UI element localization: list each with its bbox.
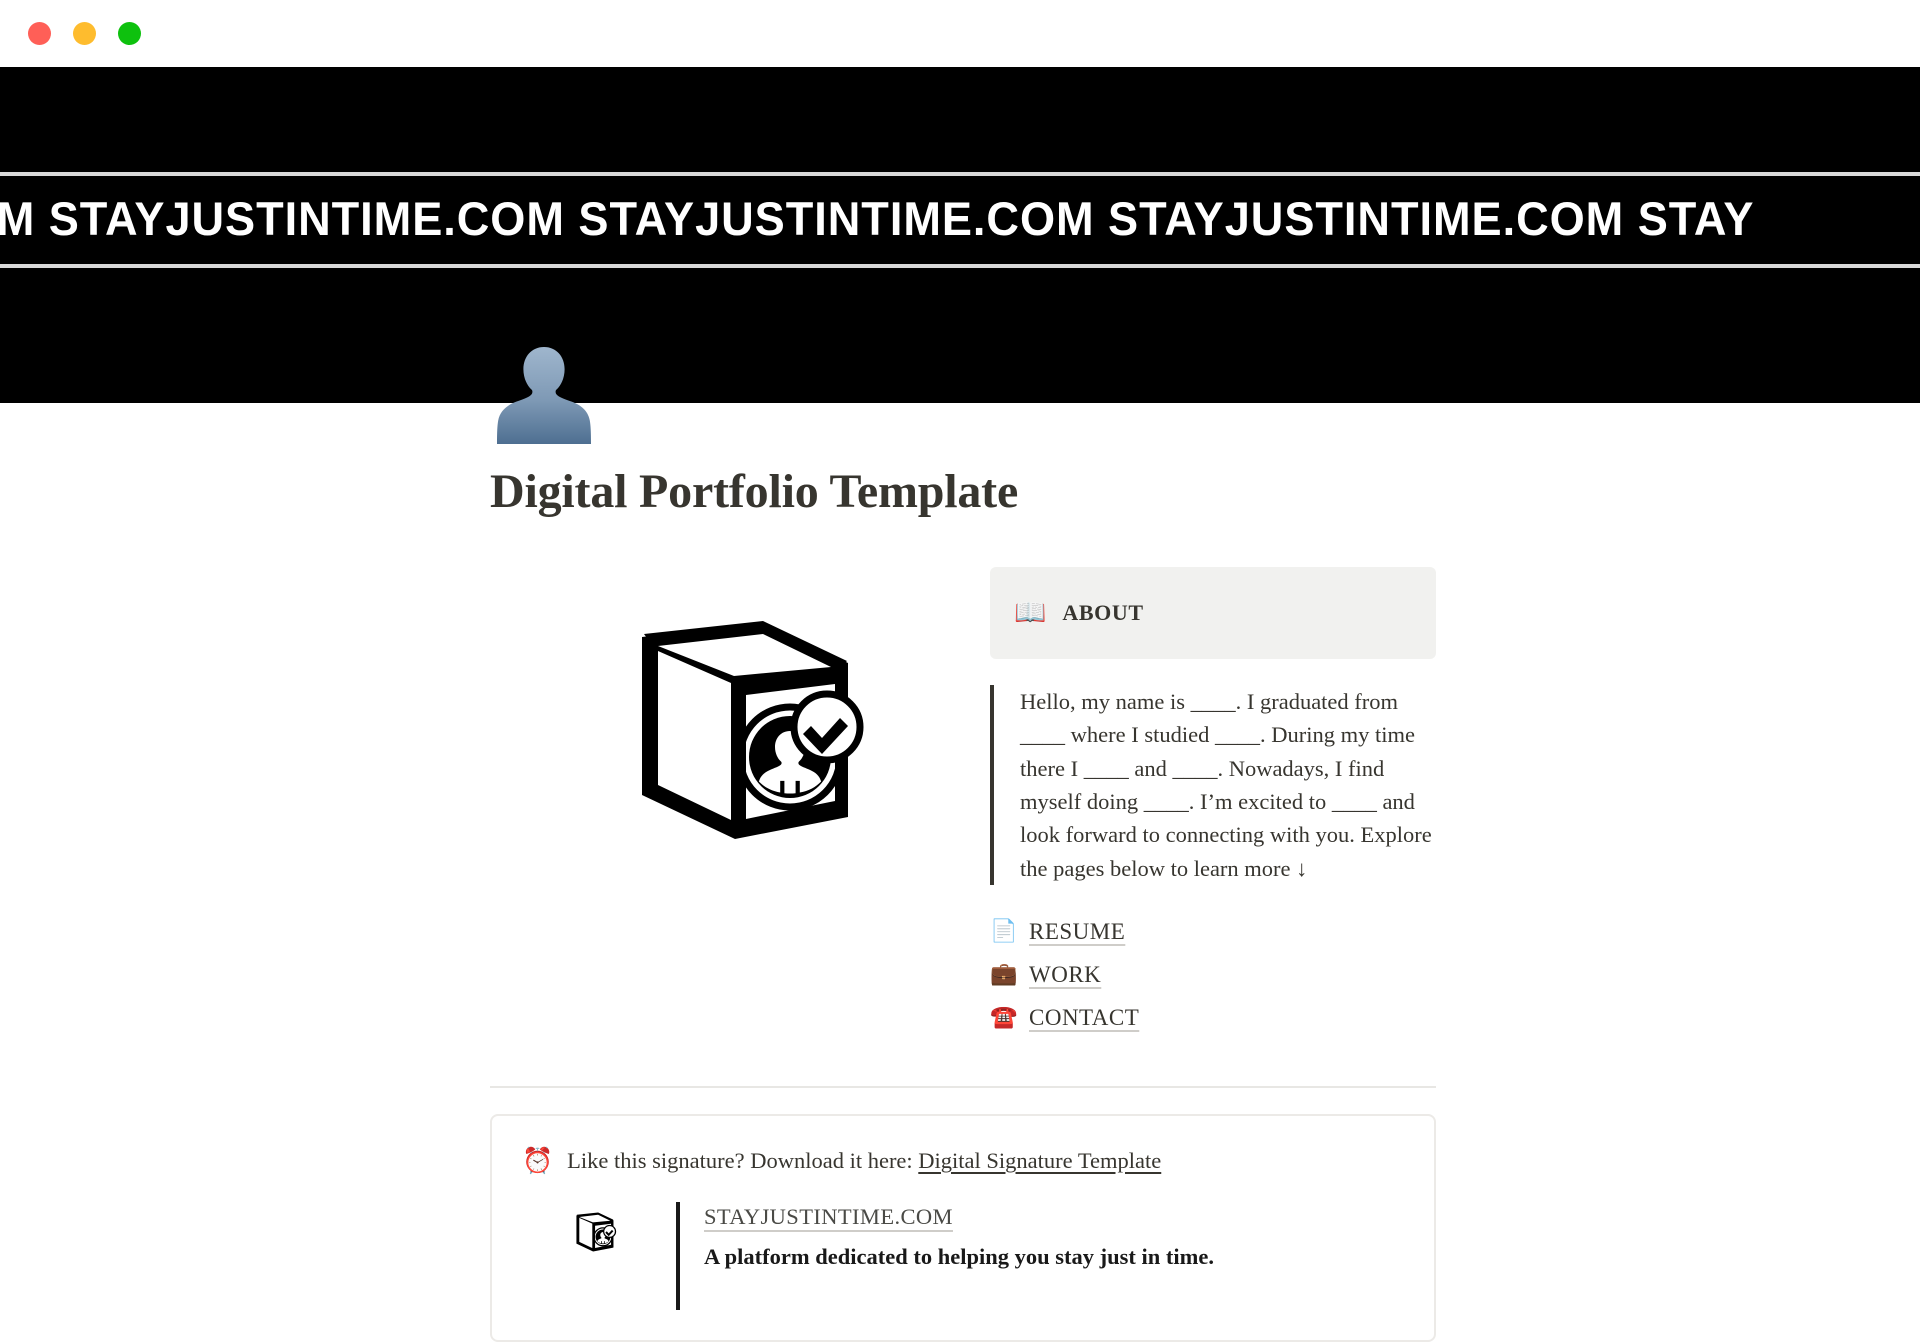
illustration-column: [490, 567, 990, 875]
open-book-icon: 📖: [1014, 598, 1047, 629]
hero-rule-bottom: [0, 264, 1920, 268]
signature-tagline: A platform dedicated to helping you stay…: [704, 1243, 1215, 1269]
page-title: Digital Portfolio Template: [490, 465, 1019, 518]
telephone-icon: ☎️: [990, 1005, 1018, 1031]
about-body-quote: Hello, my name is ____. I graduated from…: [990, 685, 1436, 885]
box-profile-check-logo-icon: [642, 621, 864, 840]
link-row-work[interactable]: 💼 WORK: [990, 954, 1436, 997]
minimize-window-button[interactable]: [73, 22, 96, 45]
link-row-contact[interactable]: ☎️ CONTACT: [990, 997, 1436, 1040]
traffic-lights: [28, 22, 141, 45]
window-title-bar: [0, 0, 1920, 67]
link-row-resume[interactable]: 📄 RESUME: [990, 911, 1436, 954]
link-label-resume[interactable]: RESUME: [1029, 919, 1125, 945]
signature-block: STAYJUSTINTIME.COM A platform dedicated …: [522, 1201, 1404, 1310]
box-profile-check-logo-small-icon: [576, 1212, 617, 1252]
two-column-section: 📖 ABOUT Hello, my name is ____. I gradua…: [490, 567, 1436, 1040]
hero-banner: TIME.COM STAYJUSTINTIME.COM STAYJUSTINTI…: [0, 67, 1920, 403]
alarm-clock-icon: ⏰: [522, 1146, 554, 1176]
marquee-strip: TIME.COM STAYJUSTINTIME.COM STAYJUSTINTI…: [0, 172, 1920, 264]
close-window-button[interactable]: [28, 22, 51, 45]
briefcase-icon: 💼: [990, 962, 1018, 988]
page-body: Digital Portfolio Template 📖 ABOUT Hello…: [0, 403, 1920, 1342]
callout-headline-row: ⏰ Like this signature? Download it here:…: [522, 1148, 1404, 1174]
page-facing-up-icon: 📄: [990, 919, 1018, 945]
about-header: 📖 ABOUT: [990, 567, 1436, 660]
section-divider: [490, 1085, 1436, 1088]
signature-callout: ⏰ Like this signature? Download it here:…: [490, 1113, 1436, 1342]
link-label-contact[interactable]: CONTACT: [1029, 1005, 1139, 1031]
callout-prefix: Like this signature? Download it here:: [567, 1147, 919, 1173]
signature-domain-link[interactable]: STAYJUSTINTIME.COM: [704, 1204, 1214, 1230]
person-silhouette-avatar-icon: [497, 347, 591, 444]
digital-signature-template-link[interactable]: Digital Signature Template: [918, 1148, 1161, 1173]
maximize-window-button[interactable]: [118, 22, 141, 45]
marquee-text: TIME.COM STAYJUSTINTIME.COM STAYJUSTINTI…: [0, 191, 1755, 245]
link-label-work[interactable]: WORK: [1029, 962, 1101, 988]
content-column: Digital Portfolio Template 📖 ABOUT Hello…: [490, 403, 1436, 1342]
page-links-list: 📄 RESUME 💼 WORK ☎️ CONTACT: [990, 911, 1436, 1040]
about-heading: ABOUT: [1062, 600, 1144, 626]
signature-logo: [564, 1202, 624, 1262]
avatar[interactable]: [492, 340, 596, 444]
signature-text-block: STAYJUSTINTIME.COM A platform dedicated …: [680, 1202, 1214, 1270]
about-column: 📖 ABOUT Hello, my name is ____. I gradua…: [990, 567, 1436, 1040]
callout-text: Like this signature? Download it here: D…: [567, 1148, 1161, 1174]
